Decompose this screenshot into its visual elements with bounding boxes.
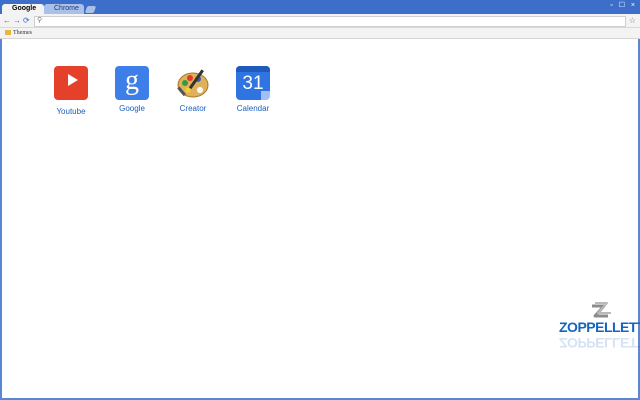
app-label: Youtube	[56, 107, 86, 116]
watermark-text: ZOPPELLETTO	[559, 319, 640, 335]
tab-google[interactable]: Google	[2, 4, 44, 14]
bookmark-label: Themes	[13, 30, 32, 36]
app-label: Creator	[179, 104, 207, 113]
google-icon: g	[115, 66, 149, 100]
theme-icon	[5, 30, 11, 36]
forward-icon[interactable]: →	[13, 15, 21, 26]
browser-window: Google Chrome ▫ ☐ × ← → ⟳ ⚲ ☆ Themes You…	[0, 0, 640, 400]
new-tab-page: Youtube g Google Creator 31 Calendar	[2, 39, 638, 398]
youtube-icon	[54, 66, 88, 100]
star-icon[interactable]: ☆	[629, 15, 636, 26]
app-label: Google	[119, 104, 145, 113]
tab-strip: Google Chrome ▫ ☐ ×	[0, 0, 640, 14]
toolbar: ← → ⟳ ⚲ ☆	[0, 14, 640, 28]
bookmarks-bar: Themes	[0, 28, 640, 39]
search-icon: ⚲	[37, 17, 43, 24]
window-controls[interactable]: ▫ ☐ ×	[610, 1, 637, 9]
tab-chrome[interactable]: Chrome	[44, 4, 84, 14]
bookmark-themes[interactable]: Themes	[5, 28, 32, 38]
app-youtube[interactable]: Youtube	[41, 66, 101, 116]
back-icon[interactable]: ←	[3, 15, 11, 26]
watermark-reflection: ZOPPELLETTO	[559, 335, 640, 351]
omnibox[interactable]: ⚲	[34, 16, 626, 27]
app-creator[interactable]: Creator	[163, 66, 223, 113]
new-tab-button[interactable]	[84, 6, 97, 13]
app-label: Calendar	[236, 104, 270, 113]
app-calendar[interactable]: 31 Calendar	[223, 66, 283, 113]
palette-icon	[176, 66, 210, 100]
reload-icon[interactable]: ⟳	[23, 15, 30, 26]
app-google[interactable]: g Google	[102, 66, 162, 113]
calendar-icon: 31	[236, 66, 270, 100]
